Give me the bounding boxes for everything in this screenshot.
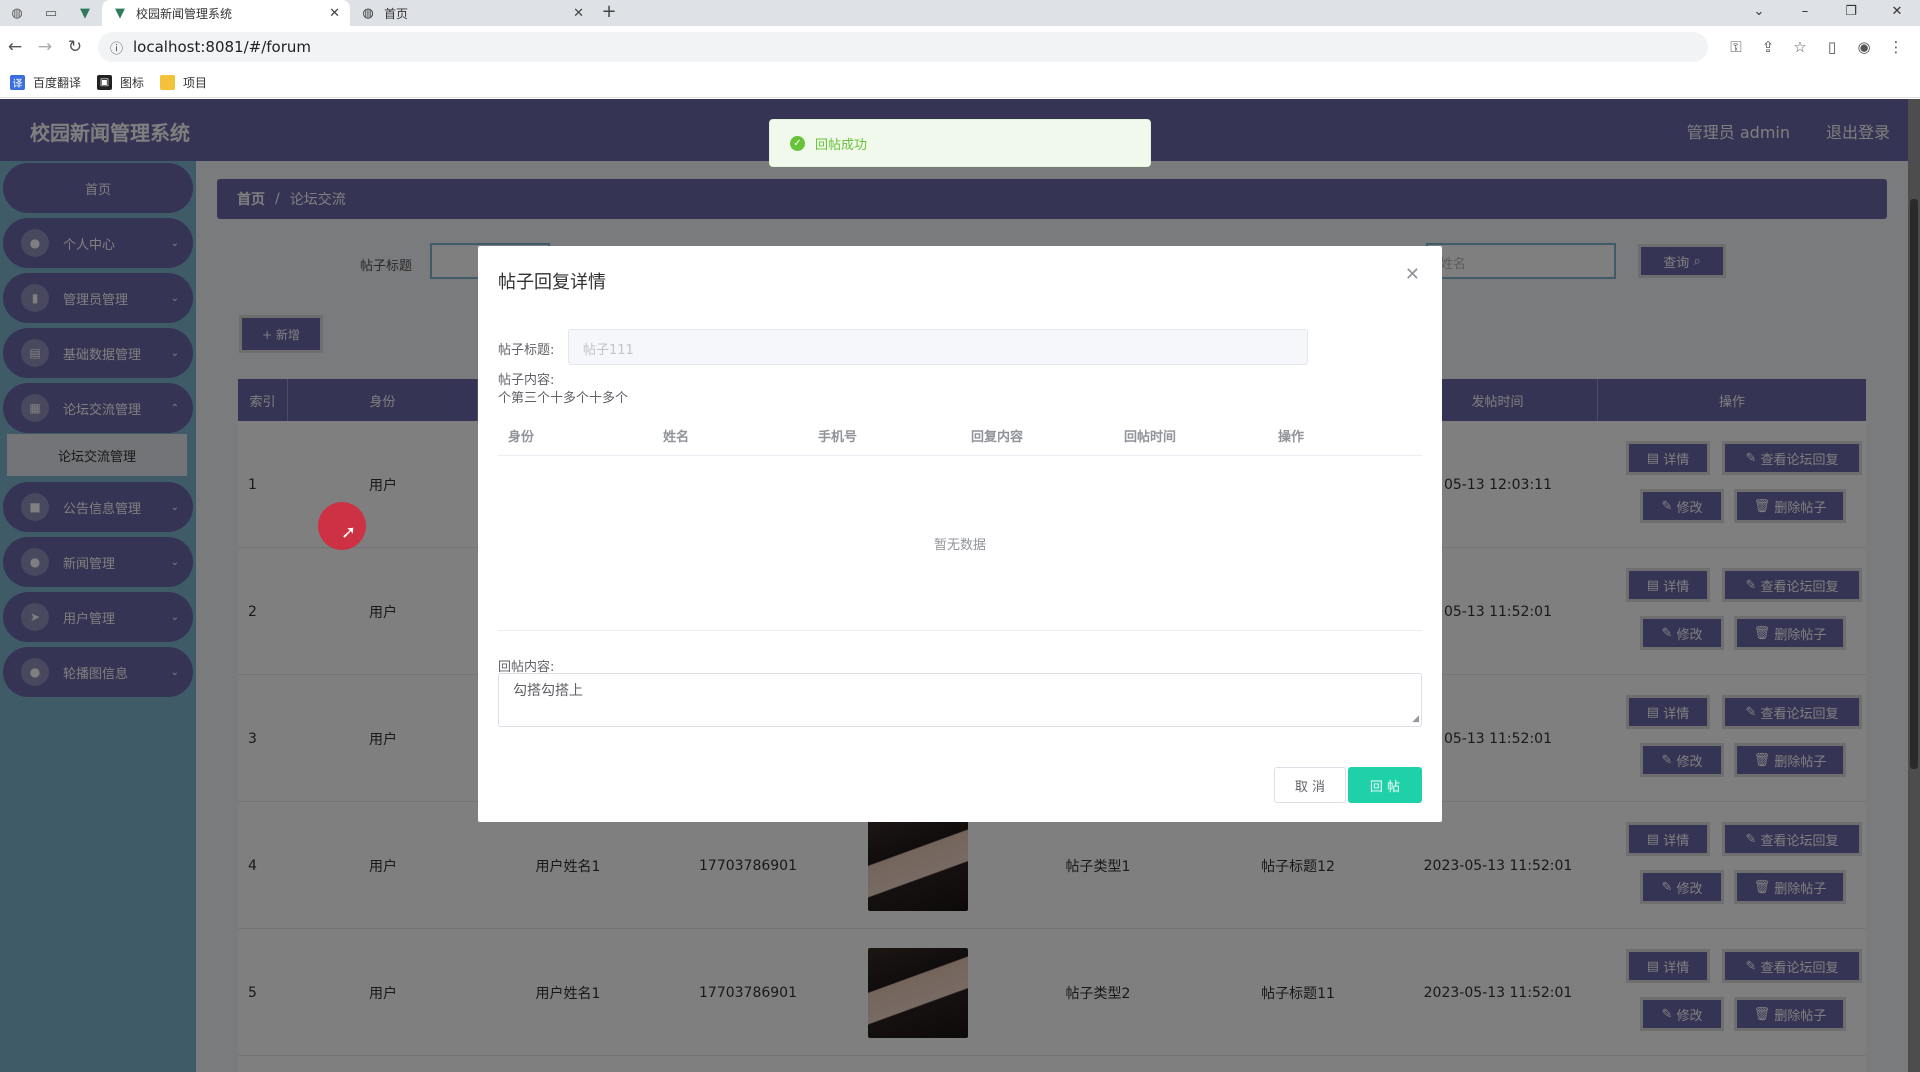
- close-icon[interactable]: ✕: [1405, 264, 1420, 285]
- column-header: 身份: [508, 429, 535, 445]
- reply-content-textarea[interactable]: 勾搭勾搭上 ◢: [498, 673, 1422, 727]
- info-icon[interactable]: ⓘ: [110, 38, 123, 57]
- share-icon[interactable]: ⇪: [1752, 38, 1784, 56]
- mouse-cursor-icon: ➚: [341, 522, 357, 543]
- success-toast: ✓ 回帖成功: [769, 119, 1151, 167]
- tab-title: 首页: [384, 6, 409, 21]
- dialog-title: 帖子回复详情: [498, 272, 606, 293]
- column-header: 操作: [1278, 429, 1305, 445]
- cancel-button[interactable]: 取 消: [1274, 767, 1346, 803]
- bookmark-project[interactable]: 项目: [160, 74, 207, 91]
- url-field[interactable]: ⓘ localhost:8081/#/forum: [98, 32, 1708, 62]
- new-tab-icon[interactable]: +: [594, 0, 624, 26]
- url-text: localhost:8081/#/forum: [133, 38, 311, 56]
- browser-tab-strip: ◍ ▭ ▼ ▼ 校园新闻管理系统 ✕ ◍ 首页 ✕ + ⌄ – ❐ ✕: [0, 0, 1920, 26]
- post-title-field: 帖子111: [568, 329, 1308, 365]
- globe-icon[interactable]: ◍: [0, 0, 34, 26]
- bookmark-icons[interactable]: ▣ 图标: [97, 74, 144, 91]
- column-header: 手机号: [818, 429, 858, 445]
- reply-dialog: 帖子回复详情 ✕ 帖子标题: 帖子111 帖子内容: 个第三个十多个十多个 身份…: [478, 246, 1442, 822]
- vue-logo-icon: ▼: [115, 5, 125, 21]
- check-circle-icon: ✓: [790, 135, 805, 151]
- star-icon[interactable]: ☆: [1784, 38, 1816, 56]
- profile-icon[interactable]: ◉: [1848, 38, 1880, 56]
- bookmark-translate[interactable]: 译 百度翻译: [10, 74, 81, 91]
- post-content-label: 帖子内容:: [498, 373, 555, 388]
- menu-dots-icon[interactable]: ⋮: [1880, 38, 1912, 56]
- window-controls: ⌄ – ❐ ✕: [1736, 0, 1920, 26]
- close-tab-icon[interactable]: ✕: [329, 6, 340, 21]
- bookmarks-bar: 译 百度翻译 ▣ 图标 项目: [0, 68, 1920, 98]
- key-icon[interactable]: ⚿: [1720, 38, 1752, 56]
- reload-icon[interactable]: ↻: [60, 37, 90, 57]
- address-bar: ← → ↻ ⓘ localhost:8081/#/forum ⚿ ⇪ ☆ ▯ ◉…: [0, 26, 1920, 68]
- column-header: 回复内容: [971, 429, 1024, 445]
- picture-icon: ▣: [97, 75, 113, 90]
- column-header: 姓名: [663, 429, 690, 445]
- chevron-down-icon[interactable]: ⌄: [1736, 0, 1782, 26]
- tab-title: 校园新闻管理系统: [136, 6, 233, 21]
- globe-icon: ◍: [362, 5, 374, 21]
- sidepanel-icon[interactable]: ▯: [1816, 38, 1848, 56]
- forward-icon[interactable]: →: [30, 37, 60, 57]
- close-tab-icon[interactable]: ✕: [573, 6, 584, 21]
- browser-tab[interactable]: ◍ 首页 ✕: [350, 0, 594, 26]
- minimize-icon[interactable]: –: [1782, 0, 1828, 26]
- column-header: 回帖时间: [1124, 429, 1177, 445]
- back-icon[interactable]: ←: [0, 37, 30, 57]
- close-window-icon[interactable]: ✕: [1874, 0, 1920, 26]
- post-title-label: 帖子标题:: [498, 343, 555, 358]
- blank-tab-icon[interactable]: ▭: [34, 0, 68, 26]
- submit-reply-button[interactable]: 回 帖: [1348, 767, 1422, 803]
- browser-tab-active[interactable]: ▼ 校园新闻管理系统 ✕: [102, 0, 350, 26]
- restore-icon[interactable]: ❐: [1828, 0, 1874, 26]
- reply-table-header: 身份 姓名 手机号 回复内容 回帖时间 操作: [498, 414, 1422, 456]
- vue-logo-icon[interactable]: ▼: [68, 0, 102, 26]
- empty-placeholder: 暂无数据: [498, 456, 1422, 631]
- folder-icon: [160, 75, 176, 90]
- translate-icon: 译: [10, 75, 25, 90]
- post-content-value: 个第三个十多个十多个: [498, 391, 629, 406]
- resize-handle-icon[interactable]: ◢: [1412, 714, 1419, 724]
